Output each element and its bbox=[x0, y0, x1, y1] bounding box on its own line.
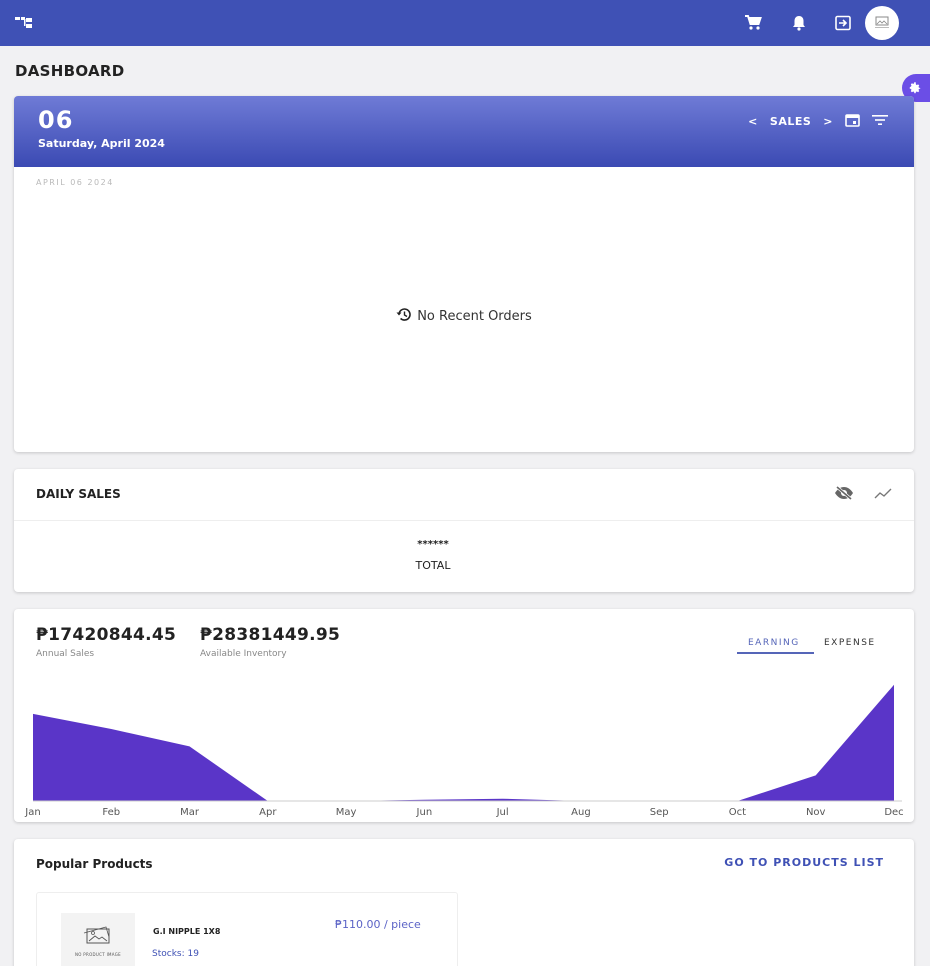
daily-sales-value: ****** bbox=[417, 539, 449, 550]
no-image-avatar-icon bbox=[875, 16, 889, 28]
daily-sales-card: DAILY SALES ****** TOTAL bbox=[14, 469, 914, 592]
calendar-icon[interactable] bbox=[845, 113, 860, 130]
x-tick-label: Oct bbox=[729, 807, 746, 818]
top-navbar bbox=[0, 0, 930, 46]
orders-date-label: APRIL 06 2024 bbox=[36, 178, 114, 187]
trend-icon[interactable] bbox=[874, 485, 892, 504]
daily-sales-title: DAILY SALES bbox=[36, 487, 121, 501]
no-image-icon bbox=[83, 926, 110, 943]
next-button[interactable]: > bbox=[823, 115, 833, 128]
bell-icon[interactable] bbox=[787, 11, 811, 35]
x-tick-label: Mar bbox=[180, 807, 200, 818]
daily-sales-total-label: TOTAL bbox=[415, 559, 451, 572]
product-name: G.I NIPPLE 1X8 bbox=[153, 927, 221, 936]
sales-nav-label[interactable]: SALES bbox=[770, 115, 811, 128]
x-tick-label: Dec bbox=[884, 807, 903, 818]
cart-icon[interactable] bbox=[741, 11, 765, 35]
calendar-header: 06 Saturday, April 2024 < SALES > bbox=[14, 96, 914, 167]
empty-state-text: No Recent Orders bbox=[417, 309, 532, 324]
user-avatar[interactable] bbox=[865, 6, 899, 40]
filter-icon[interactable] bbox=[872, 114, 888, 129]
popular-products-title: Popular Products bbox=[36, 857, 153, 871]
divider bbox=[14, 520, 914, 521]
x-tick-label: Jul bbox=[496, 807, 509, 818]
product-card[interactable]: NO PRODUCT IMAGE G.I NIPPLE 1X8 Stocks: … bbox=[36, 892, 458, 966]
x-tick-label: Jan bbox=[24, 807, 40, 818]
go-to-products-link[interactable]: GO TO PRODUCTS LIST bbox=[724, 856, 884, 869]
x-tick-label: Nov bbox=[806, 807, 826, 818]
gear-icon bbox=[909, 82, 921, 94]
x-tick-label: Feb bbox=[102, 807, 120, 818]
prev-button[interactable]: < bbox=[748, 115, 758, 128]
product-price: ₱110.00 / piece bbox=[335, 918, 421, 931]
daily-sales-actions bbox=[834, 485, 892, 504]
product-stock: Stocks: 19 bbox=[152, 949, 199, 959]
recent-orders-card: 06 Saturday, April 2024 < SALES > APRIL … bbox=[14, 96, 914, 452]
earning-area-series bbox=[33, 684, 894, 801]
popular-products-card: Popular Products GO TO PRODUCTS LIST NO … bbox=[14, 839, 914, 966]
sales-nav: < SALES > bbox=[748, 113, 888, 130]
earnings-area-chart: Jan Feb Mar Apr May Jun Jul Aug Sep Oct Nov Dec bbox=[24, 684, 904, 818]
x-tick-label: Jun bbox=[416, 807, 433, 818]
history-icon bbox=[396, 307, 412, 326]
sales-summary-card: ₱17420844.45 Annual Sales ₱28381449.95 A… bbox=[14, 609, 914, 822]
current-day: 06 bbox=[38, 106, 74, 134]
no-image-text: NO PRODUCT IMAGE bbox=[75, 951, 121, 957]
current-date-label: Saturday, April 2024 bbox=[38, 137, 165, 150]
logout-icon[interactable] bbox=[831, 11, 855, 35]
eye-off-icon[interactable] bbox=[834, 485, 854, 504]
product-image-placeholder: NO PRODUCT IMAGE bbox=[61, 913, 135, 966]
empty-state: No Recent Orders bbox=[14, 307, 914, 326]
page-title: DASHBOARD bbox=[15, 62, 125, 80]
x-tick-label: Apr bbox=[259, 807, 277, 818]
x-tick-label: May bbox=[336, 807, 357, 818]
sitemap-icon[interactable] bbox=[12, 11, 36, 35]
x-tick-label: Aug bbox=[571, 807, 591, 818]
x-tick-label: Sep bbox=[650, 807, 669, 818]
